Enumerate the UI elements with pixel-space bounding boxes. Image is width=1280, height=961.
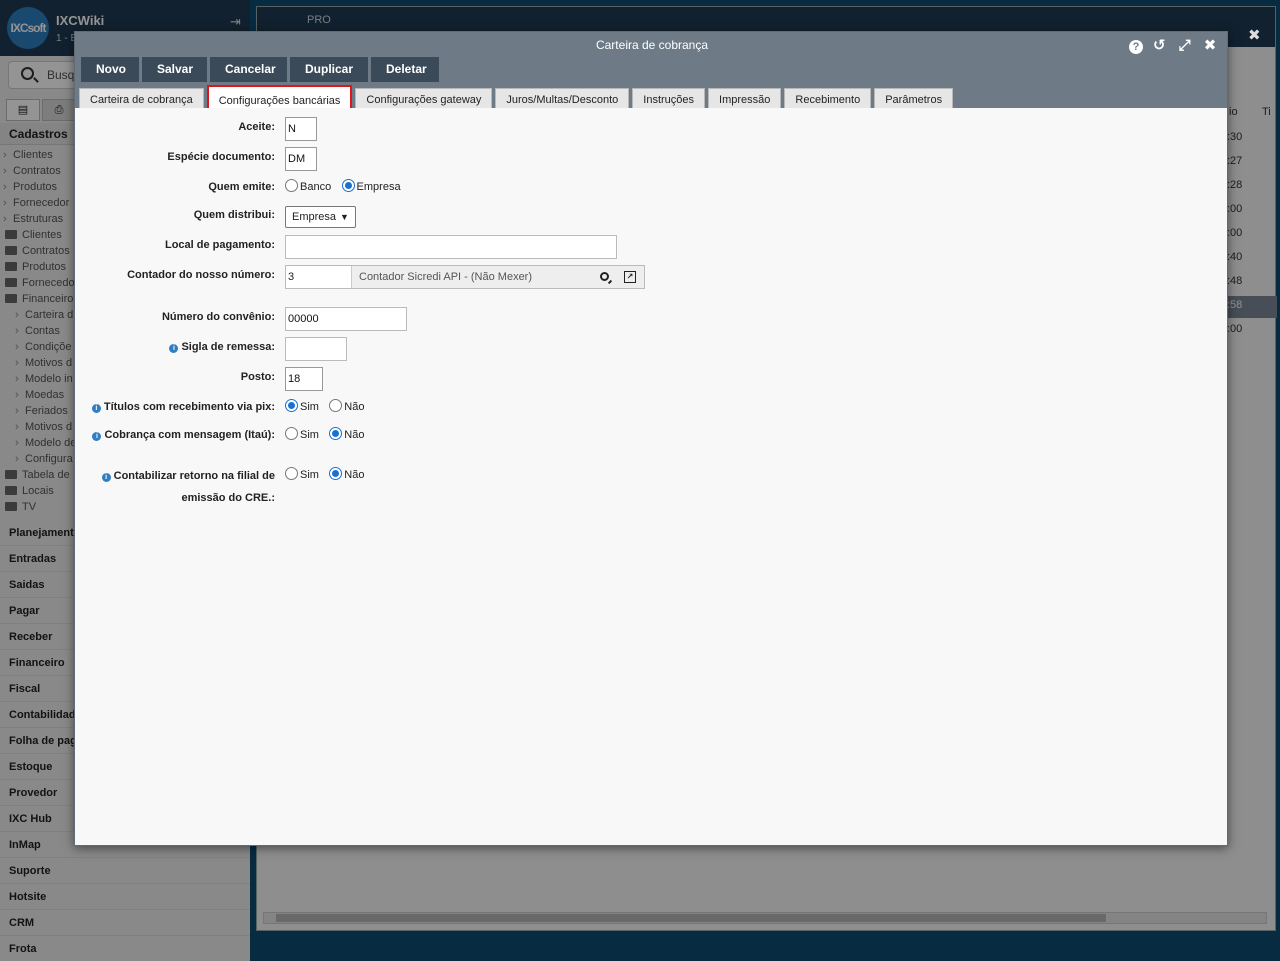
novo-button[interactable]: Novo — [81, 57, 139, 82]
row-mensagem: i Cobrança com mensagem (Itaú): Sim Não — [75, 425, 1227, 449]
form-configuracoes-bancarias: Aceite: N Espécie documento: DM Quem emi… — [75, 108, 1227, 845]
mensagem-nao-radio[interactable] — [329, 427, 343, 440]
tab-parametros[interactable]: Parâmetros — [874, 88, 954, 110]
pix-label: i Títulos com recebimento via pix: — [91, 401, 275, 413]
quem-distribui-value: Empresa — [292, 211, 337, 223]
tab-juros-multas-desconto[interactable]: Juros/Multas/Desconto — [495, 88, 630, 110]
contabilizar-sim-radio[interactable] — [285, 467, 298, 480]
row-pix: i Títulos com recebimento via pix: Sim Nã… — [75, 397, 1227, 421]
mensagem-sim-radio[interactable] — [285, 427, 298, 440]
outer-close-icon[interactable]: ✖ — [1248, 26, 1261, 44]
quem-distribui-select[interactable]: Empresa ▼ — [285, 206, 356, 228]
chevron-down-icon: ▼ — [340, 212, 349, 222]
contabilizar-label: i Contabilizar retorno na filial de emissã… — [101, 465, 275, 509]
mensagem-label: i Cobrança com mensagem (Itaú): — [92, 429, 275, 441]
convenio-label: Número do convênio: — [161, 311, 275, 323]
pix-label-text: Títulos com recebimento via pix: — [103, 401, 275, 413]
posto-label: Posto: — [240, 371, 275, 383]
row-posto: Posto: 18 — [75, 367, 1227, 391]
local-pagamento-label: Local de pagamento: — [164, 239, 275, 251]
info-icon[interactable]: i — [92, 432, 102, 441]
row-quem-distribui: Quem distribui: Empresa ▼ — [75, 205, 1227, 229]
row-contador: Contador do nosso número: 3 Contador Sic… — [75, 265, 1227, 289]
contador-lookup: 3 Contador Sicredi API - (Não Mexer) ↗ — [285, 265, 645, 289]
pix-nao-label: Não — [344, 401, 365, 413]
row-sigla: i Sigla de remessa: — [75, 337, 1227, 361]
info-icon[interactable]: i — [101, 473, 111, 482]
toolbar: Novo Salvar Cancelar Duplicar Deletar — [81, 57, 442, 83]
contador-input[interactable]: 3 — [286, 266, 352, 288]
row-convenio: Número do convênio: 00000 — [75, 307, 1227, 331]
tab-recebimento[interactable]: Recebimento — [784, 88, 872, 110]
quem-distribui-label: Quem distribui: — [193, 209, 275, 221]
local-pagamento-input[interactable] — [285, 235, 617, 259]
row-local-pagamento: Local de pagamento: — [75, 235, 1227, 259]
sigla-input[interactable] — [285, 337, 347, 361]
mensagem-label-text: Cobrança com mensagem (Itaú): — [104, 429, 275, 441]
contabilizar-label-line1: Contabilizar retorno na filial de — [113, 470, 275, 482]
help-icon[interactable]: ? — [1128, 40, 1143, 54]
aceite-input[interactable]: N — [285, 117, 317, 141]
contabilizar-nao-label: Não — [344, 469, 365, 481]
modal-tools: ? ↺ ⤢ ✖ — [1125, 37, 1219, 55]
row-quem-emite: Quem emite: Banco Empresa — [75, 177, 1227, 201]
tab-bar: Carteira de cobrança Configurações bancár… — [79, 85, 956, 113]
deletar-button[interactable]: Deletar — [371, 57, 439, 82]
quem-emite-empresa-radio[interactable] — [341, 179, 355, 192]
row-especie: Espécie documento: DM — [75, 147, 1227, 171]
aceite-label: Aceite: — [238, 121, 275, 133]
sigla-label: i Sigla de remessa: — [169, 341, 275, 353]
info-icon[interactable]: i — [91, 404, 101, 413]
especie-label: Espécie documento: — [167, 151, 275, 163]
contabilizar-nao-radio[interactable] — [329, 467, 343, 480]
row-aceite: Aceite: N — [75, 117, 1227, 141]
contador-label: Contador do nosso número: — [127, 269, 275, 281]
tab-impressao[interactable]: Impressão — [708, 88, 782, 110]
mensagem-nao-label: Não — [344, 429, 365, 441]
modal-header: Carteira de cobrança ? ↺ ⤢ ✖ Novo Salvar C… — [75, 32, 1227, 113]
pix-sim-radio[interactable] — [285, 399, 298, 412]
tab-carteira-de-cobranca[interactable]: Carteira de cobrança — [79, 88, 204, 110]
posto-input[interactable]: 18 — [285, 367, 323, 391]
contabilizar-label-line2: emissão do CRE.: — [181, 492, 275, 504]
convenio-input[interactable]: 00000 — [285, 307, 407, 331]
row-contabilizar: i Contabilizar retorno na filial de emissã… — [75, 465, 1227, 509]
pix-nao-radio[interactable] — [329, 399, 343, 412]
mensagem-sim-label: Sim — [300, 429, 319, 441]
especie-input[interactable]: DM — [285, 147, 317, 171]
duplicar-button[interactable]: Duplicar — [290, 57, 368, 82]
quem-emite-banco-label: Banco — [300, 181, 332, 193]
reset-icon[interactable]: ↺ — [1150, 37, 1168, 55]
pix-sim-label: Sim — [300, 401, 319, 413]
quem-emite-label: Quem emite: — [208, 181, 275, 193]
salvar-button[interactable]: Salvar — [142, 57, 207, 82]
sigla-label-text: Sigla de remessa: — [181, 341, 275, 353]
tab-configuracoes-gateway[interactable]: Configurações gateway — [355, 88, 493, 110]
modal-title: Carteira de cobrança — [595, 38, 709, 52]
search-icon[interactable] — [600, 272, 609, 281]
info-icon[interactable]: i — [169, 344, 179, 353]
contabilizar-sim-label: Sim — [300, 469, 319, 481]
quem-emite-empresa-label: Empresa — [356, 181, 401, 193]
tab-instrucoes[interactable]: Instruções — [632, 88, 706, 110]
contador-description: Contador Sicredi API - (Não Mexer) — [359, 271, 533, 283]
open-external-icon[interactable]: ↗ — [624, 271, 636, 283]
cancelar-button[interactable]: Cancelar — [210, 57, 287, 82]
quem-emite-banco-radio[interactable] — [285, 179, 298, 192]
expand-icon[interactable]: ⤢ — [1176, 37, 1194, 55]
modal-carteira-cobranca: Carteira de cobrança ? ↺ ⤢ ✖ Novo Salvar C… — [74, 31, 1228, 846]
close-icon[interactable]: ✖ — [1201, 37, 1219, 55]
